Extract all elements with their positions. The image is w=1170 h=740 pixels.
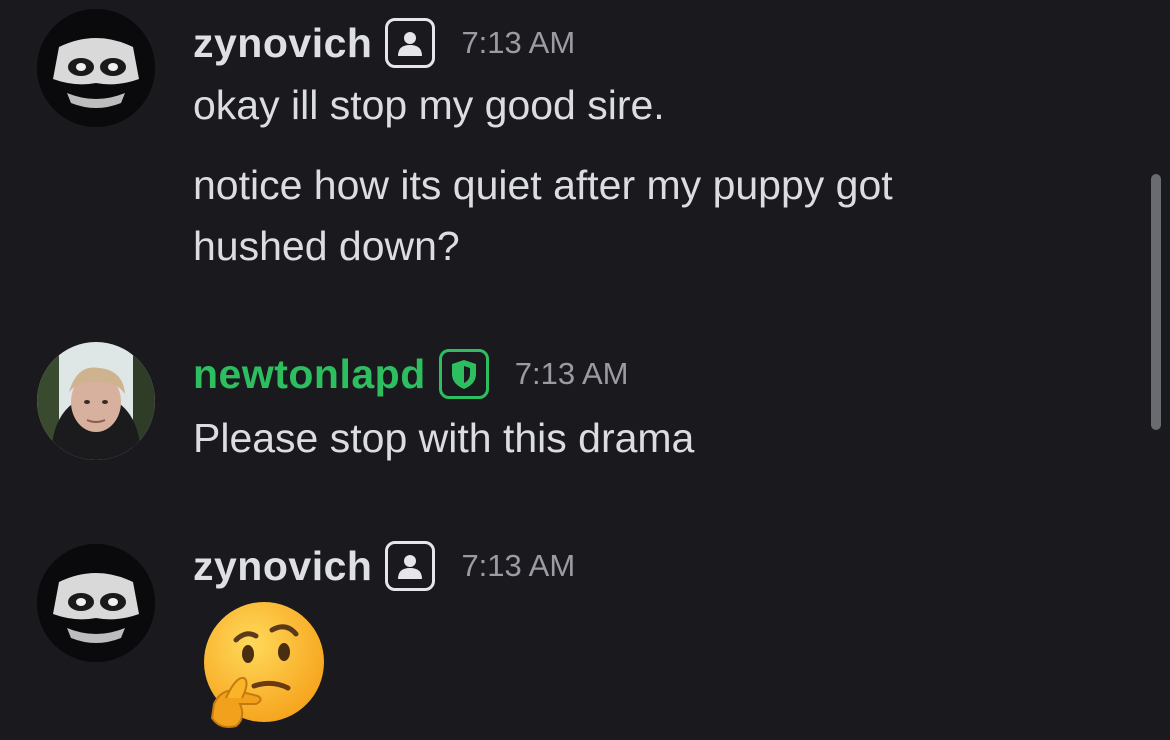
- user-icon[interactable]: [385, 541, 436, 591]
- timestamp: 7:13 AM: [514, 356, 629, 391]
- message-text: hushed down?: [193, 223, 460, 269]
- avatar[interactable]: [37, 544, 155, 662]
- username[interactable]: newtonlapd: [193, 351, 426, 398]
- thinking-face-icon: [196, 600, 331, 735]
- timestamp: 7:13 AM: [461, 25, 576, 60]
- timestamp: 7:13 AM: [461, 548, 576, 583]
- username[interactable]: zynovich: [193, 20, 372, 67]
- message-text: okay ill stop my good sire.: [193, 82, 665, 128]
- message-header: zynovich 7:13 AM: [193, 541, 575, 591]
- shield-icon[interactable]: [438, 349, 489, 399]
- message-text: notice how its quiet after my puppy got: [193, 162, 893, 208]
- avatar[interactable]: [37, 342, 155, 460]
- username[interactable]: zynovich: [193, 543, 372, 590]
- user-icon[interactable]: [385, 18, 436, 68]
- avatar[interactable]: [37, 9, 155, 127]
- scrollbar[interactable]: [1151, 174, 1161, 430]
- message-header: zynovich 7:13 AM: [193, 18, 575, 68]
- message-text: Please stop with this drama: [193, 415, 695, 461]
- message-1[interactable]: zynovich 7:13 AM okay ill stop my good s…: [0, 0, 1120, 300]
- message-3[interactable]: zynovich 7:13 AM: [0, 530, 1120, 740]
- message-header: newtonlapd 7:13 AM: [193, 349, 629, 399]
- message-2[interactable]: newtonlapd 7:13 AM Please stop with this…: [0, 330, 1120, 490]
